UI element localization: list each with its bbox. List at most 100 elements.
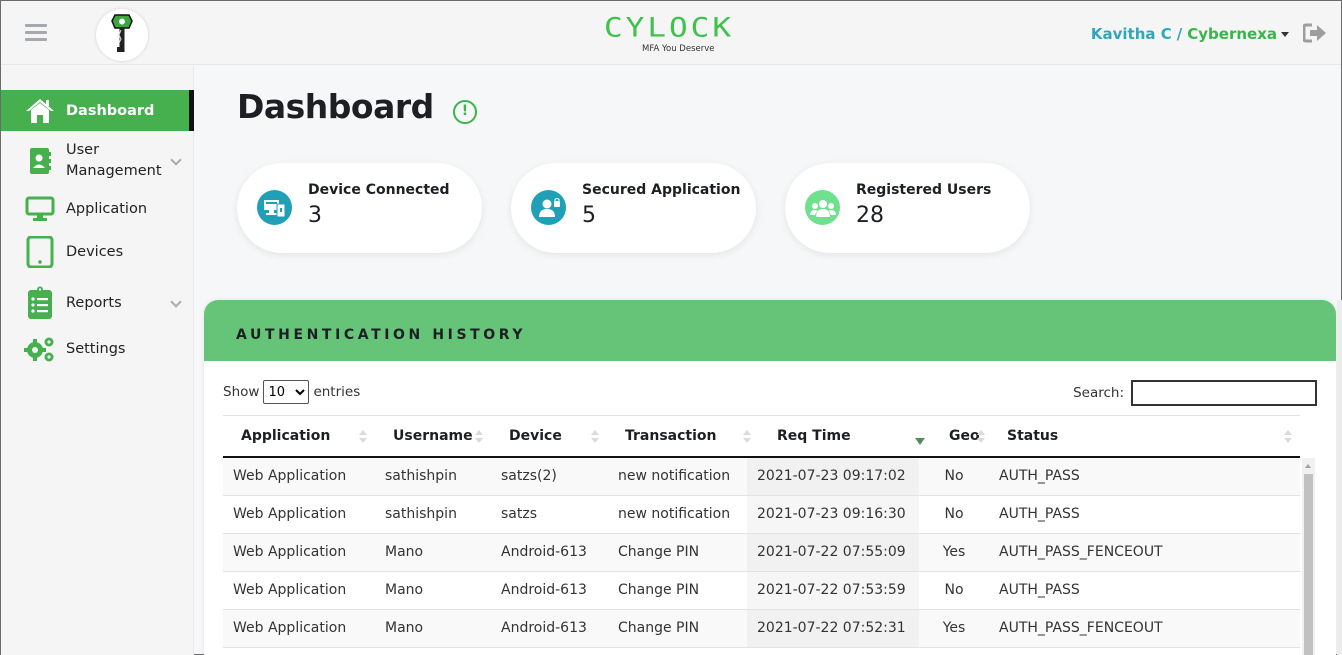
cell-username: Mano [385, 620, 424, 636]
sort-descending-icon [915, 430, 925, 445]
stat-value: 5 [582, 203, 596, 228]
table-row[interactable]: Web Application sathishpin satzs new notifi… [223, 496, 1300, 534]
brand-name: CYLOCK [604, 12, 734, 44]
cell-username: sathishpin [385, 468, 457, 484]
column-header-device[interactable]: Device [491, 416, 607, 456]
sidebar-item-devices[interactable]: Devices [1, 234, 194, 270]
column-header-geo[interactable]: Geo [931, 416, 993, 456]
cell-device: Android-613 [501, 582, 587, 598]
sort-icon [475, 430, 483, 444]
cell-transaction: Change PIN [618, 620, 700, 636]
sidebar-item-label: Settings [66, 341, 126, 357]
cell-username: Mano [385, 544, 424, 560]
column-header-status[interactable]: Status [993, 416, 1300, 456]
cell-req-time: 2021-07-23 09:17:02 [747, 458, 919, 495]
user-name: Kavitha C [1090, 25, 1172, 43]
column-label: Status [1007, 428, 1059, 444]
organization-name: Cybernexa [1187, 25, 1277, 43]
cell-application: Web Application [233, 468, 347, 484]
table-body: Web Application sathishpin satzs(2) new not… [223, 458, 1300, 648]
column-label: Req Time [777, 428, 851, 444]
scroll-up-arrow-icon[interactable] [1302, 458, 1315, 474]
user-lock-icon [531, 190, 566, 225]
cell-req-time: 2021-07-22 07:52:31 [747, 610, 919, 647]
column-header-req-time[interactable]: Req Time [759, 416, 931, 456]
cell-geo: Yes [942, 544, 966, 560]
cell-application: Web Application [233, 506, 347, 522]
sidebar-item-dashboard[interactable]: Dashboard [1, 90, 194, 131]
table-header: Application Username Device Transaction … [223, 415, 1300, 458]
table-row[interactable]: Web Application sathishpin satzs(2) new not… [223, 458, 1300, 496]
cell-geo: Yes [942, 620, 966, 636]
stat-card-device-connected[interactable]: Device Connected 3 [237, 163, 482, 253]
cell-application: Web Application [233, 620, 347, 636]
column-label: Transaction [625, 428, 717, 444]
tablet-icon [24, 236, 56, 268]
cell-transaction: Change PIN [618, 582, 700, 598]
cell-geo: No [944, 582, 964, 598]
column-label: Device [509, 428, 562, 444]
cell-application: Web Application [233, 544, 347, 560]
page-scrollbar-track[interactable] [1337, 300, 1342, 655]
column-label: Geo [949, 428, 980, 444]
cell-req-time: 2021-07-22 07:53:59 [747, 572, 919, 609]
hamburger-menu-icon[interactable] [25, 24, 47, 42]
column-header-application[interactable]: Application [223, 416, 375, 456]
column-label: Username [393, 428, 473, 444]
sort-icon [591, 430, 599, 444]
sidebar-item-application[interactable]: Application [1, 191, 194, 227]
cell-transaction: new notification [618, 506, 731, 522]
sidebar-item-user-management[interactable]: User Management [1, 138, 194, 184]
cell-device: satzs [501, 506, 538, 522]
sidebar-item-settings[interactable]: Settings [1, 332, 194, 366]
cell-status: AUTH_PASS_FENCEOUT [999, 544, 1163, 560]
stat-card-registered-users[interactable]: Registered Users 28 [785, 163, 1030, 253]
search-input[interactable] [1131, 380, 1317, 406]
user-menu-dropdown[interactable]: Kavitha C / Cybernexa [1091, 25, 1289, 43]
sidebar-item-reports[interactable]: Reports [1, 284, 194, 322]
logout-icon[interactable] [1302, 23, 1327, 43]
caret-down-icon [1281, 32, 1289, 37]
auth-history-table: Application Username Device Transaction … [223, 415, 1300, 648]
stat-label: Device Connected [308, 182, 450, 198]
search-control: Search: [1073, 380, 1317, 406]
column-header-username[interactable]: Username [375, 416, 491, 456]
stat-label: Registered Users [856, 182, 992, 198]
gears-icon [24, 334, 56, 364]
devices-icon [257, 190, 292, 225]
home-icon [24, 96, 56, 126]
monitor-icon [24, 194, 56, 224]
panel-title: AUTHENTICATION HISTORY [236, 327, 527, 343]
show-label: Show [223, 384, 260, 400]
top-bar: CYLOCK MFA You Deserve Kavitha C / Cyberne… [1, 1, 1341, 65]
table-scrollbar[interactable] [1302, 458, 1315, 655]
contact-book-icon [24, 146, 56, 176]
sort-icon [359, 430, 367, 444]
sidebar: Dashboard User Management Application De… [1, 66, 194, 655]
table-row[interactable]: Web Application Mano Android-613 Change PIN… [223, 534, 1300, 572]
sort-icon [1284, 430, 1292, 444]
sidebar-item-label: Reports [66, 295, 122, 311]
stat-card-secured-application[interactable]: Secured Application 5 [511, 163, 756, 253]
cell-req-time: 2021-07-22 07:55:09 [747, 534, 919, 571]
entries-label: entries [313, 384, 361, 400]
column-header-transaction[interactable]: Transaction [607, 416, 759, 456]
sort-icon [743, 430, 751, 444]
sidebar-item-label: Devices [66, 244, 124, 260]
cell-req-time: 2021-07-23 09:16:30 [747, 496, 919, 533]
cell-geo: No [944, 468, 964, 484]
info-icon[interactable]: ! [453, 100, 477, 124]
cell-transaction: Change PIN [618, 544, 700, 560]
clipboard-list-icon [24, 286, 56, 319]
cell-device: Android-613 [501, 544, 587, 560]
column-label: Application [241, 428, 331, 444]
table-row[interactable]: Web Application Mano Android-613 Change PIN… [223, 610, 1300, 648]
scroll-thumb[interactable] [1304, 474, 1313, 655]
chevron-down-icon [170, 296, 182, 308]
key-logo-icon[interactable] [96, 9, 148, 61]
table-row[interactable]: Web Application Mano Android-613 Change PIN… [223, 572, 1300, 610]
page-length-control: Show 10 entries [223, 380, 360, 404]
stat-label: Secured Application [582, 182, 741, 198]
cell-status: AUTH_PASS [999, 582, 1080, 598]
page-size-select[interactable]: 10 [263, 380, 310, 404]
